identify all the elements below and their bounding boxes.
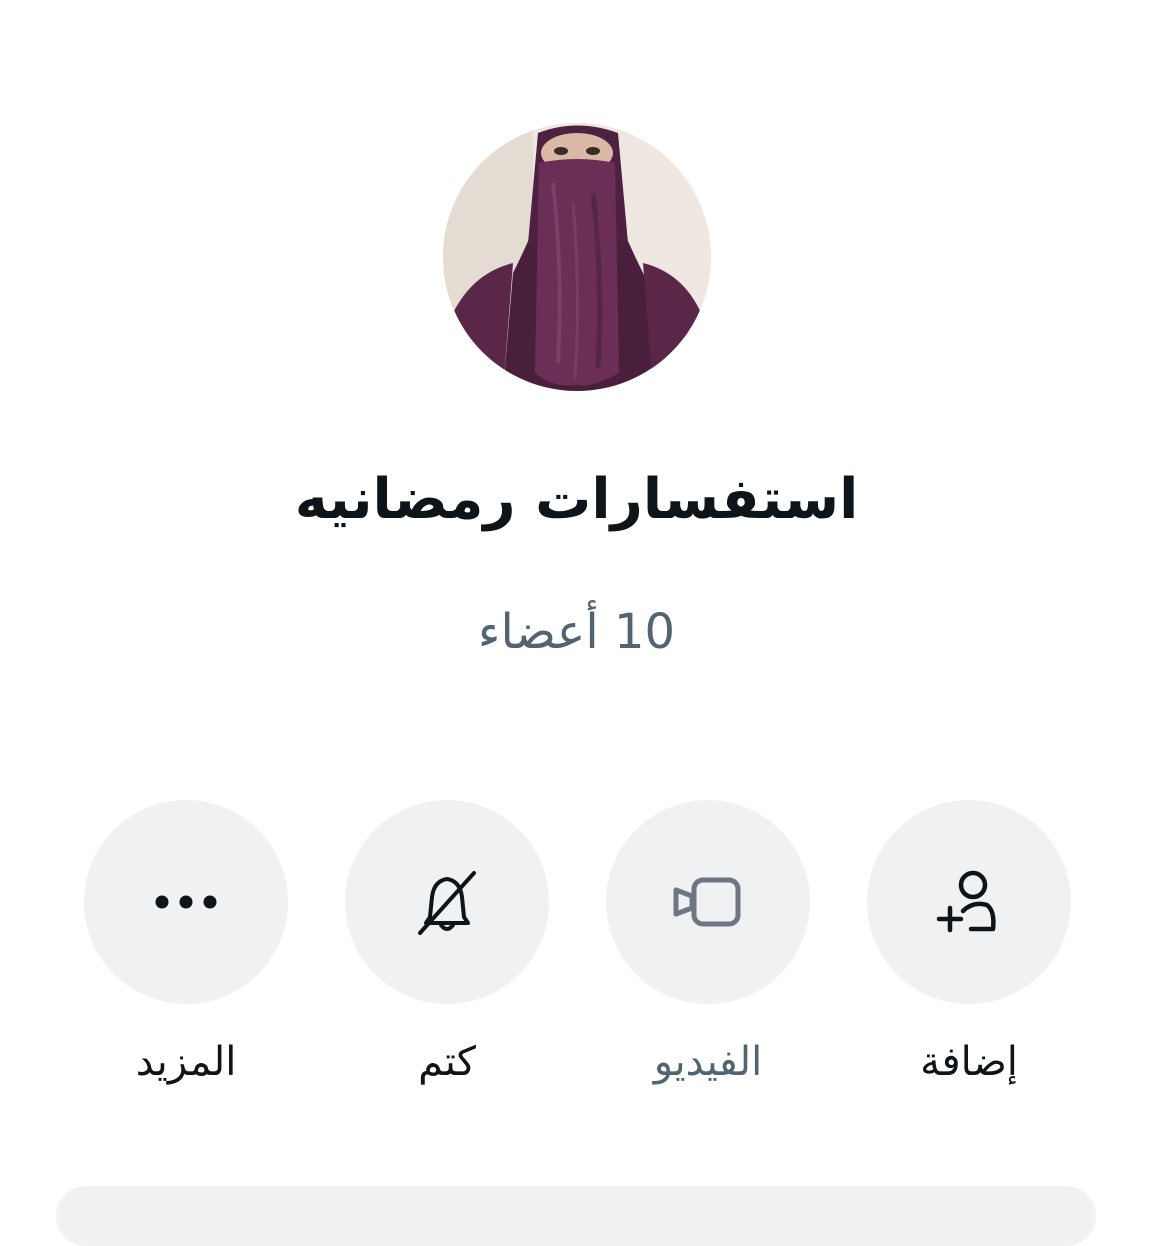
more-label: المزيد: [135, 1039, 237, 1085]
mute-label: كتم: [418, 1039, 476, 1085]
add-member-button[interactable]: [867, 800, 1071, 1004]
mute-button[interactable]: [345, 800, 549, 1004]
add-label: إضافة: [920, 1039, 1018, 1085]
add-user-icon: [936, 870, 996, 933]
member-count[interactable]: 10 أعضاء: [0, 600, 1153, 664]
group-name: استفسارات رمضانيه: [294, 467, 859, 532]
more-dots-icon: [155, 895, 217, 909]
add-action: إضافة: [867, 800, 1071, 1090]
bell-off-icon: [418, 871, 476, 935]
video-camera-icon: [673, 877, 741, 927]
next-section-card: [56, 1186, 1096, 1246]
more-action: المزيد: [84, 800, 288, 1090]
avatar-photo: [443, 123, 711, 391]
more-button[interactable]: [84, 800, 288, 1004]
video-label: الفيديو: [653, 1039, 763, 1085]
mute-action: كتم: [345, 800, 549, 1090]
group-avatar[interactable]: [443, 123, 711, 391]
video-action: الفيديو: [606, 800, 810, 1090]
video-button[interactable]: [606, 800, 810, 1004]
